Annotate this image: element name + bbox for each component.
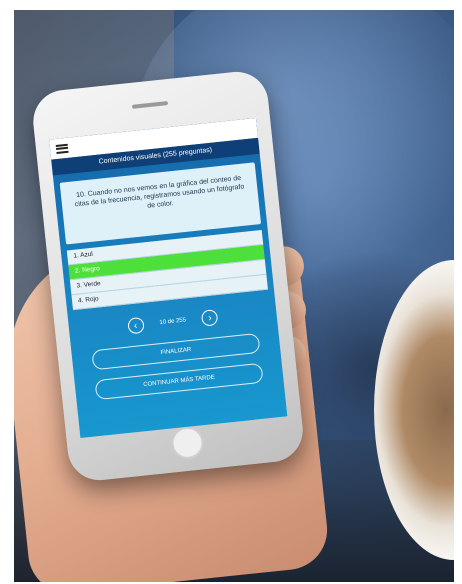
home-button[interactable] xyxy=(169,425,206,461)
phone-screen: Contenidos visuales (255 preguntas) 10. … xyxy=(49,117,288,439)
smartphone: Contenidos visuales (255 preguntas) 10. … xyxy=(30,68,306,484)
background-photo: Contenidos visuales (255 preguntas) 10. … xyxy=(14,10,454,582)
hamburger-menu-icon[interactable] xyxy=(55,143,69,154)
next-question-button[interactable]: › xyxy=(201,309,219,327)
chevron-left-icon: ‹ xyxy=(133,320,138,332)
prev-question-button[interactable]: ‹ xyxy=(126,316,145,335)
question-counter: 10 de 255 xyxy=(159,317,187,327)
chevron-right-icon: › xyxy=(207,312,213,324)
phone-speaker xyxy=(131,101,169,109)
continue-later-button[interactable]: CONTINUAR MÁS TARDE xyxy=(94,362,264,401)
answer-list: 1. Azul 2. Negro 3. Verde 4. Rojo xyxy=(66,229,268,311)
